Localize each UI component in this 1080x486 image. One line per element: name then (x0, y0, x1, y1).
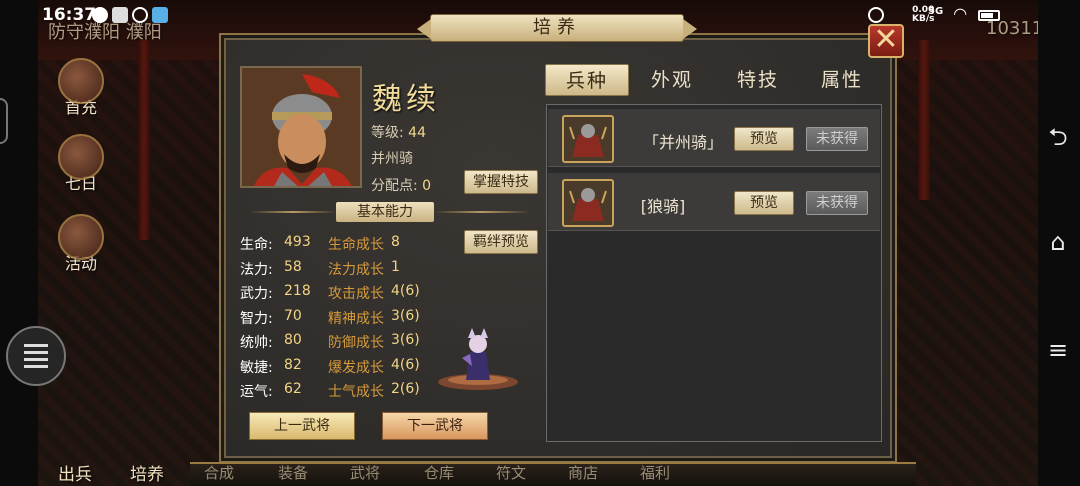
signal-5g: 5G (928, 6, 944, 17)
recents-menu-icon[interactable]: ≡ (1044, 336, 1072, 364)
hero-portrait-image (242, 68, 360, 186)
phone-icon (132, 7, 148, 23)
telegram-icon (152, 7, 168, 23)
hero-level: 等级: 44 (371, 122, 426, 142)
floating-menu-button[interactable] (6, 326, 66, 386)
stat-growth-key: 生命成长 (328, 237, 384, 253)
stat-value: 70 (284, 308, 302, 324)
hero-troop-type: 并州骑 (371, 151, 413, 167)
stat-growth-value: 2(6) (391, 381, 420, 397)
stat-key: 生命: (240, 237, 273, 253)
stat-key: 运气: (240, 384, 273, 400)
stat-growth-key: 法力成长 (328, 262, 384, 278)
troop-preview-button[interactable]: 预览 (734, 191, 794, 215)
stat-value: 218 (284, 283, 311, 299)
stat-value: 80 (284, 332, 302, 348)
troop-name: [狼骑] (640, 197, 686, 216)
home-icon[interactable]: ⌂ (1044, 228, 1072, 256)
events-icon (58, 214, 104, 260)
side-menu-first-recharge[interactable]: 首充 (50, 58, 112, 118)
side-handle[interactable] (0, 98, 8, 144)
side-menu-seven-days[interactable]: 七日 (50, 134, 112, 194)
hero-level-label: 等级: (371, 125, 404, 141)
tiktok-icon (112, 7, 128, 23)
bottom-tab[interactable]: 仓库 (424, 462, 454, 483)
wifi-icon: ◠ (954, 4, 967, 23)
stat-key: 敏捷: (240, 360, 273, 376)
troop-status-button: 未获得 (806, 191, 868, 215)
notification-icon (92, 7, 108, 23)
stat-growth-value: 4(6) (391, 283, 420, 299)
stat-growth-key: 防御成长 (328, 335, 384, 351)
troop-list: 「并州骑」 预览 未获得 [狼骑] 预览 未获得 (546, 104, 882, 442)
stat-value: 82 (284, 357, 302, 373)
hero-points-label: 分配点: (371, 178, 418, 194)
hero-points: 分配点: 0 (371, 175, 431, 195)
stat-growth-value: 1 (391, 259, 400, 275)
stat-value: 62 (284, 381, 302, 397)
troop-sprite (564, 117, 612, 161)
dialog-title: 培养 (417, 14, 697, 42)
bottom-tab[interactable]: 合成 (204, 462, 234, 483)
bottom-tab[interactable]: 武将 (350, 462, 380, 483)
basic-ability-title: 基本能力 (336, 202, 434, 222)
stat-growth-key: 士气成长 (328, 384, 384, 400)
next-hero-button[interactable]: 下一武将 (382, 412, 488, 440)
status-time: 16:37 (42, 5, 97, 25)
troop-row: [狼骑] 预览 未获得 (548, 173, 880, 231)
master-skill-button[interactable]: 掌握特技 (464, 170, 538, 194)
bottom-tab[interactable]: 符文 (496, 462, 526, 483)
troop-cavalry-icon (562, 115, 614, 163)
section-divider-right (434, 211, 530, 213)
troop-row: 「并州骑」 预览 未获得 (548, 109, 880, 167)
alarm-icon (868, 7, 884, 23)
section-divider-left (250, 211, 336, 213)
stat-key: 武力: (240, 286, 273, 302)
stat-growth-value: 4(6) (391, 357, 420, 373)
game-screen: 防守濮阳 濮阳 1031149 首充 七日 活动 16:37 0.00 KB/s… (0, 0, 1080, 486)
hero-chibi-sprite (438, 328, 518, 390)
hero-portrait (240, 66, 362, 188)
stat-key: 统帅: (240, 335, 273, 351)
right-system-bar: ⮌ ⌂ ≡ (1038, 0, 1080, 486)
troop-status-button: 未获得 (806, 127, 868, 151)
menu-lines-icon (24, 344, 48, 368)
back-icon[interactable]: ⮌ (1044, 120, 1072, 161)
troop-name: 「并州骑」 (642, 133, 723, 152)
prev-hero-button[interactable]: 上一武将 (249, 412, 355, 440)
stat-growth-key: 爆发成长 (328, 360, 384, 376)
tab-troop-type[interactable]: 兵种 (545, 64, 629, 96)
dispatch-button[interactable]: 出兵 (58, 460, 92, 485)
stat-value: 493 (284, 234, 311, 250)
stat-growth-value: 3(6) (391, 308, 420, 324)
side-menu-events[interactable]: 活动 (50, 214, 112, 274)
tab-special-skill[interactable]: 特技 (716, 64, 800, 96)
tab-appearance[interactable]: 外观 (630, 64, 714, 96)
left-system-bar (0, 0, 66, 486)
stat-key: 智力: (240, 311, 273, 327)
train-button[interactable]: 培养 (130, 460, 164, 485)
bottom-tab[interactable]: 商店 (568, 462, 598, 483)
troop-wolf-cavalry-icon (562, 179, 614, 227)
troop-preview-button[interactable]: 预览 (734, 127, 794, 151)
bottom-tab[interactable]: 福利 (640, 462, 670, 483)
stat-growth-key: 攻击成长 (328, 286, 384, 302)
stat-key: 法力: (240, 262, 273, 278)
bottom-tab[interactable]: 装备 (278, 462, 308, 483)
troop-sprite (564, 181, 612, 225)
stat-value: 58 (284, 259, 302, 275)
hero-level-value: 44 (408, 125, 426, 141)
battery-icon (978, 10, 1000, 21)
stat-growth-value: 3(6) (391, 332, 420, 348)
close-button[interactable]: ✕ (868, 24, 904, 58)
first-recharge-icon (58, 58, 104, 104)
bond-preview-button[interactable]: 羁绊预览 (464, 230, 538, 254)
stat-growth-key: 精神成长 (328, 311, 384, 327)
tab-attributes[interactable]: 属性 (800, 64, 884, 96)
hero-name: 魏续 (372, 82, 440, 117)
stat-growth-value: 8 (391, 234, 400, 250)
seven-days-icon (58, 134, 104, 180)
hero-points-value: 0 (422, 178, 432, 194)
